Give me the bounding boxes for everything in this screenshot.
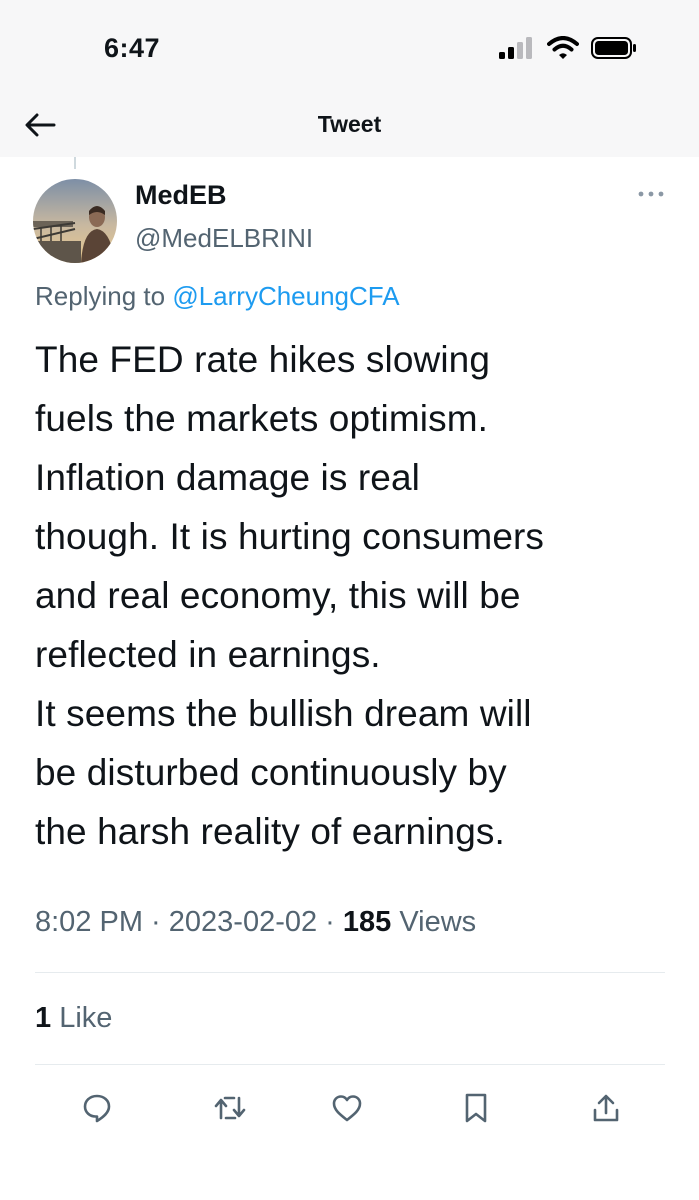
status-bar: 6:47 xyxy=(0,0,699,95)
tweet-text: The FED rate hikes slowing fuels the mar… xyxy=(35,330,675,861)
status-icons xyxy=(499,36,637,60)
tweet-text-line: be disturbed continuously by xyxy=(35,752,507,793)
divider xyxy=(35,1064,665,1065)
tweet-text-line: It seems the bullish dream will xyxy=(35,693,532,734)
replying-to: Replying to @LarryCheungCFA xyxy=(35,281,400,312)
thread-connector-line xyxy=(74,157,76,169)
divider xyxy=(35,972,665,973)
tweet-text-line: The FED rate hikes slowing xyxy=(35,339,491,380)
meta-separator: · xyxy=(317,906,343,938)
reply-icon xyxy=(83,1094,111,1123)
nav-bar: Tweet xyxy=(0,95,699,157)
views-count[interactable]: 185 xyxy=(343,906,391,938)
author-handle[interactable]: @MedELBRINI xyxy=(135,223,313,254)
replying-to-label: Replying to xyxy=(35,281,173,311)
share-button[interactable] xyxy=(584,1086,628,1130)
tweet-text-line: though. It is hurting consumers xyxy=(35,516,545,557)
tweet-text-line: and real economy, this will be xyxy=(35,575,521,616)
meta-separator: · xyxy=(143,906,169,938)
tweet-text-line: the harsh reality of earnings. xyxy=(35,811,505,852)
likes-label: Like xyxy=(51,1002,113,1034)
more-dots-icon xyxy=(638,191,664,197)
action-bar xyxy=(0,1086,699,1130)
more-options-button[interactable] xyxy=(636,186,666,202)
likes-summary[interactable]: 1 Like xyxy=(35,1002,112,1035)
bookmark-icon xyxy=(465,1093,487,1123)
retweet-button[interactable] xyxy=(208,1086,252,1130)
page-title: Tweet xyxy=(317,111,382,137)
bookmark-button[interactable] xyxy=(454,1086,498,1130)
tweet-meta: 8:02 PM · 2023-02-02 · 185 Views xyxy=(35,906,476,939)
reply-button[interactable] xyxy=(75,1086,119,1130)
retweet-icon xyxy=(214,1096,246,1120)
tweet-text-line: reflected in earnings. xyxy=(35,634,381,675)
views-label[interactable]: Views xyxy=(391,906,476,938)
tweet-text-line: fuels the markets optimism. xyxy=(35,398,489,439)
wifi-icon xyxy=(547,36,579,59)
battery-icon xyxy=(591,37,636,59)
like-button[interactable] xyxy=(325,1086,369,1130)
likes-count: 1 xyxy=(35,1002,52,1034)
signal-icon xyxy=(499,37,532,59)
like-icon xyxy=(332,1095,362,1122)
author-name[interactable]: MedEB xyxy=(135,180,227,211)
reply-mention-link[interactable]: @LarryCheungCFA xyxy=(172,281,399,311)
avatar[interactable] xyxy=(33,179,117,263)
status-time: 6:47 xyxy=(104,33,161,63)
tweet-time[interactable]: 8:02 PM xyxy=(35,906,143,938)
share-icon xyxy=(593,1094,619,1122)
tweet-text-line: Inflation damage is real xyxy=(35,457,420,498)
tweet-date[interactable]: 2023-02-02 xyxy=(169,906,317,938)
